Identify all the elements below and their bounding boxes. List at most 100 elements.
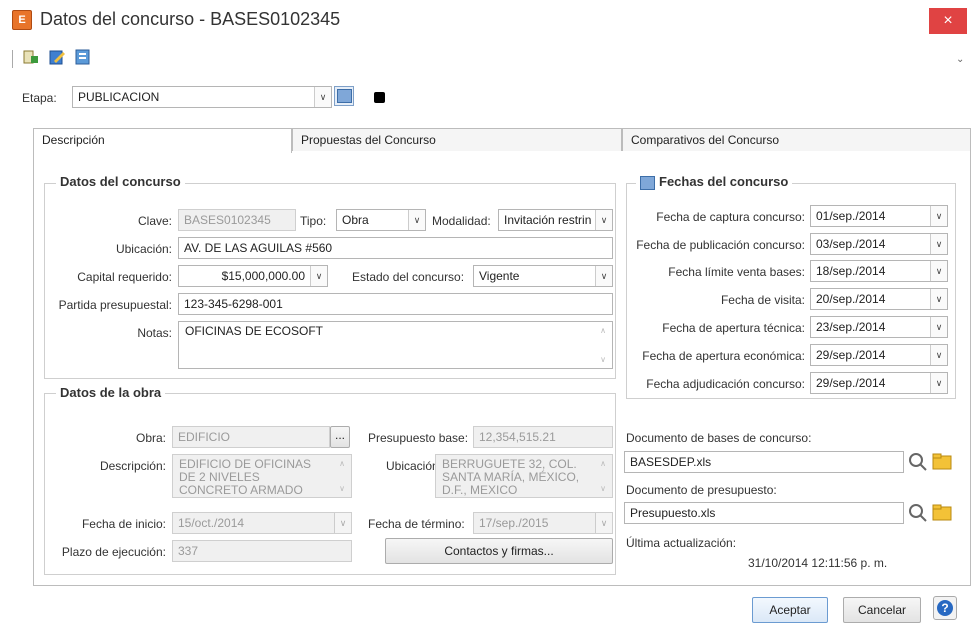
chevron-down-icon: ∨ <box>930 261 947 281</box>
capital-value: $15,000,000.00 <box>221 269 305 283</box>
etapa-select[interactable]: PUBLICACION ∨ <box>72 86 332 108</box>
contactos-firmas-button[interactable]: Contactos y firmas... <box>385 538 613 564</box>
obra-label: Obra: <box>135 431 166 445</box>
plazo-field[interactable]: 337 <box>172 540 352 562</box>
obra-ubicacion-textarea[interactable]: BERRUGUETE 32, COL. SANTA MARÍA, MÉXICO,… <box>435 454 613 498</box>
fecha-inicio-select[interactable]: 15/oct./2014 ∨ <box>172 512 352 534</box>
presupuesto-base-label: Presupuesto base: <box>368 431 469 445</box>
presupuesto-base-field[interactable]: 12,354,515.21 <box>473 426 613 448</box>
fecha-adjudicacion-label: Fecha adjudicación concurso: <box>646 377 805 391</box>
fecha-captura-label: Fecha de captura concurso: <box>656 210 805 224</box>
tipo-value: Obra <box>342 213 369 227</box>
tab-descripcion[interactable]: Descripción <box>33 128 292 153</box>
close-button[interactable]: × <box>929 8 967 34</box>
calendar-icon <box>337 89 352 103</box>
fecha-visita-select[interactable]: 20/sep./2014 ∨ <box>810 288 948 310</box>
fecha-apertura-tecnica-select[interactable]: 23/sep./2014 ∨ <box>810 316 948 338</box>
scrollbar[interactable]: ∧ ∨ <box>597 324 609 366</box>
fecha-limite-value: 18/sep./2014 <box>816 264 886 278</box>
chevron-down-icon: ∨ <box>930 373 947 393</box>
chevron-down-icon: ∨ <box>930 317 947 337</box>
folder-open-icon[interactable] <box>932 453 954 474</box>
chevron-down-icon: ∨ <box>595 513 612 533</box>
chevron-down-icon: ∨ <box>930 234 947 254</box>
notas-textarea[interactable]: OFICINAS DE ECOSOFT ∧ ∨ <box>178 321 613 369</box>
cancelar-button[interactable]: Cancelar <box>843 597 921 623</box>
doc-bases-field[interactable]: BASESDEP.xls <box>624 451 904 473</box>
chevron-down-icon[interactable]: ⌄ <box>956 54 964 65</box>
fecha-visita-label: Fecha de visita: <box>720 293 805 307</box>
fecha-termino-label: Fecha de término: <box>368 517 465 531</box>
notas-label: Notas: <box>137 326 172 340</box>
ultima-actualizacion-value: 31/10/2014 12:11:56 p. m. <box>748 556 888 570</box>
search-icon[interactable] <box>908 503 928 526</box>
modalidad-label: Modalidad: <box>432 214 491 228</box>
ubicacion-field[interactable]: AV. DE LAS AGUILAS #560 <box>178 237 613 259</box>
notas-value: OFICINAS DE ECOSOFT <box>185 324 324 338</box>
folder-open-icon[interactable] <box>932 504 954 525</box>
obra-ubicacion-label: Ubicación: <box>386 459 443 473</box>
obra-group-title: Datos de la obra <box>56 385 166 400</box>
window-title: Datos del concurso - BASES0102345 <box>40 9 341 29</box>
capital-field[interactable]: $15,000,000.00 ∨ <box>178 265 328 287</box>
clave-label: Clave: <box>137 214 172 228</box>
concurso-group-title: Datos del concurso <box>56 174 185 189</box>
chevron-down-icon: ∨ <box>595 266 612 286</box>
modalidad-select[interactable]: Invitación restrin ∨ <box>498 209 613 231</box>
export-icon[interactable] <box>20 48 42 70</box>
descripcion-textarea[interactable]: EDIFICIO DE OFICINAS DE 2 NIVELES CONCRE… <box>172 454 352 498</box>
doc-presupuesto-field[interactable]: Presupuesto.xls <box>624 502 904 524</box>
stage-color-indicator <box>374 92 385 103</box>
doc-bases-label: Documento de bases de concurso: <box>626 431 812 445</box>
ultima-actualizacion-label: Última actualización: <box>626 536 737 550</box>
aceptar-button[interactable]: Aceptar <box>752 597 828 623</box>
chevron-down-icon: ∨ <box>930 206 947 226</box>
fechas-group-title: Fechas del concurso <box>659 174 789 189</box>
fecha-publicacion-value: 03/sep./2014 <box>816 237 886 251</box>
tab-comparativos[interactable]: Comparativos del Concurso <box>622 128 971 152</box>
obra-ubicacion-value: BERRUGUETE 32, COL. SANTA MARÍA, MÉXICO,… <box>442 457 580 497</box>
obra-field[interactable]: EDIFICIO <box>172 426 330 448</box>
fecha-limite-label: Fecha límite venta bases: <box>668 265 805 279</box>
fecha-adjudicacion-select[interactable]: 29/sep./2014 ∨ <box>810 372 948 394</box>
search-icon[interactable] <box>908 452 928 475</box>
fecha-apertura-tecnica-value: 23/sep./2014 <box>816 320 886 334</box>
fecha-apertura-economica-label: Fecha de apertura económica: <box>642 349 805 363</box>
fecha-apertura-tecnica-label: Fecha de apertura técnica: <box>662 321 805 335</box>
fecha-limite-select[interactable]: 18/sep./2014 ∨ <box>810 260 948 282</box>
estado-select[interactable]: Vigente ∨ <box>473 265 613 287</box>
app-icon: E <box>12 10 32 30</box>
fecha-apertura-economica-select[interactable]: 29/sep./2014 ∨ <box>810 344 948 366</box>
chevron-down-icon: ∨ <box>310 266 327 286</box>
estado-value: Vigente <box>479 269 520 283</box>
calendar-icon <box>640 175 655 190</box>
obra-browse-button[interactable]: ... <box>330 426 350 448</box>
chevron-down-icon: ∨ <box>930 345 947 365</box>
modalidad-value: Invitación restrin <box>504 213 592 227</box>
descripcion-value: EDIFICIO DE OFICINAS DE 2 NIVELES CONCRE… <box>179 457 312 498</box>
fecha-publicacion-select[interactable]: 03/sep./2014 ∨ <box>810 233 948 255</box>
edit-icon[interactable] <box>46 48 68 70</box>
estado-label: Estado del concurso: <box>352 270 465 284</box>
fecha-adjudicacion-value: 29/sep./2014 <box>816 376 886 390</box>
tipo-select[interactable]: Obra ∨ <box>336 209 426 231</box>
ubicacion-label: Ubicación: <box>115 242 172 256</box>
scrollbar[interactable]: ∧ ∨ <box>597 457 609 495</box>
scrollbar[interactable]: ∧ ∨ <box>336 457 348 495</box>
tab-propuestas[interactable]: Propuestas del Concurso <box>292 128 622 152</box>
partida-field[interactable]: 123-345-6298-001 <box>178 293 613 315</box>
fecha-captura-select[interactable]: 01/sep./2014 ∨ <box>810 205 948 227</box>
help-icon: ? <box>937 600 953 616</box>
fechas-group-title-wrap: Fechas del concurso <box>636 174 793 190</box>
fecha-apertura-economica-value: 29/sep./2014 <box>816 348 886 362</box>
plazo-label: Plazo de ejecución: <box>61 545 166 559</box>
refresh-icon[interactable] <box>72 48 94 70</box>
clave-field[interactable]: BASES0102345 <box>178 209 296 231</box>
doc-presupuesto-label: Documento de presupuesto: <box>626 483 777 497</box>
fecha-termino-select[interactable]: 17/sep./2015 ∨ <box>473 512 613 534</box>
help-button[interactable]: ? <box>933 596 957 620</box>
capital-label: Capital requerido: <box>77 270 172 284</box>
chevron-down-icon: ∨ <box>930 289 947 309</box>
calendar-picker-button[interactable] <box>334 86 354 106</box>
chevron-down-icon: ∨ <box>408 210 425 230</box>
